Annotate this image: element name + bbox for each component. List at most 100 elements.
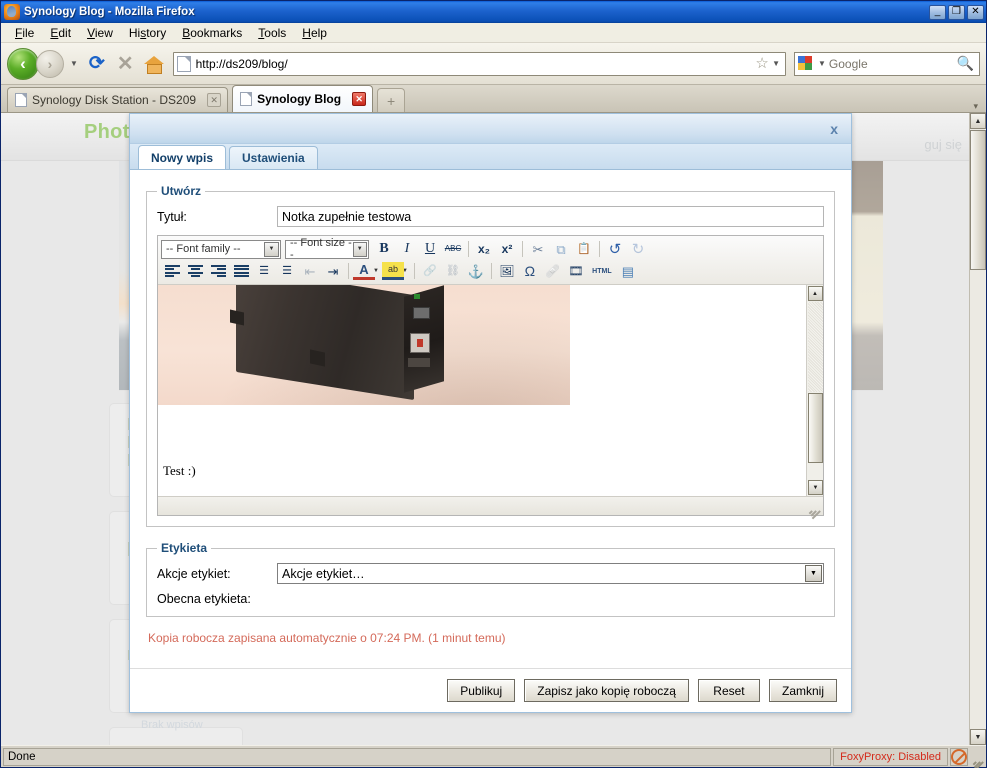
search-icon[interactable]: 🔍 [957,55,976,72]
link-button[interactable]: 🔗 [419,261,441,281]
tab-ustawienia[interactable]: Ustawienia [229,146,318,169]
indent-button[interactable]: ⇥ [322,261,344,281]
forward-button[interactable]: › [36,49,64,78]
home-icon[interactable] [143,54,165,74]
menu-view[interactable]: View [79,24,121,42]
history-dropdown-icon[interactable]: ▼ [67,59,81,68]
editor-scroll-down-icon[interactable]: ▼ [808,480,823,495]
bold-button[interactable]: B [373,239,395,259]
save-draft-button[interactable]: Zapisz jako kopię roboczą [524,679,689,702]
window-resize-grip[interactable] [970,748,984,768]
menu-bar: FFileile Edit View History Bookmarks Too… [1,23,986,43]
superscript-button[interactable]: x² [496,239,518,259]
align-center-button[interactable] [184,261,206,281]
font-family-select[interactable]: -- Font family -- ▼ [161,239,281,259]
search-engine-dropdown-icon[interactable]: ▼ [815,59,829,68]
menu-bookmarks[interactable]: Bookmarks [174,24,250,42]
close-window-button[interactable]: ✕ [967,4,984,20]
chevron-down-icon[interactable]: ▼ [264,241,279,257]
minimize-button[interactable]: _ [929,4,946,20]
search-bar[interactable]: ▼ Google 🔍 [794,51,980,76]
tab-favicon [240,92,253,106]
url-dropdown-icon[interactable]: ▼ [772,59,782,68]
scroll-up-icon[interactable]: ▲ [970,113,986,129]
url-bar[interactable]: http://ds209/blog/ ☆ ▼ [172,51,786,76]
editor-content[interactable]: Test :) [158,285,806,496]
media-button[interactable]: 🎞 [565,261,587,281]
scrollbar-thumb[interactable] [970,130,986,270]
editor-scrollbar[interactable]: ▲ ▼ [806,285,823,496]
title-input[interactable]: Notka zupełnie testowa [277,206,824,227]
browser-window: Synology Blog - Mozilla Firefox _ ❐ ✕ FF… [0,0,987,768]
cut-icon[interactable]: ✂ [527,239,549,259]
insert-image-button[interactable]: 🖼 [496,261,518,281]
outdent-button[interactable]: ⇤ [299,261,321,281]
highlight-color-button[interactable]: ab [381,262,404,280]
stop-icon[interactable]: ✕ [113,51,138,76]
nas-device-photo[interactable] [158,285,570,405]
align-left-button[interactable] [161,261,183,281]
editor-body-text[interactable]: Test :) [163,463,196,479]
back-button[interactable]: ‹ [7,47,39,80]
numbered-list-button[interactable]: ☰ [276,261,298,281]
undo-icon[interactable]: ↺ [604,239,626,259]
font-size-select[interactable]: -- Font size -- ▼ [285,237,369,261]
bullet-list-button[interactable]: ☰ [253,261,275,281]
italic-button[interactable]: I [396,239,418,259]
friends-empty-text: Brak wpisów [141,719,203,731]
reset-button[interactable]: Reset [697,679,760,702]
editor-scroll-up-icon[interactable]: ▲ [807,286,823,301]
foxyproxy-status[interactable]: FoxyProxy: Disabled [833,747,948,766]
url-input[interactable]: http://ds209/blog/ [196,57,752,71]
anchor-button[interactable]: ⚓ [465,261,487,281]
strikethrough-button[interactable]: ABC [442,239,464,259]
page-favicon [176,55,191,72]
menu-tools[interactable]: Tools [250,24,294,42]
html-source-button[interactable]: HTML [588,261,616,281]
subscript-button[interactable]: x₂ [473,239,495,259]
title-row: Tytuł: Notka zupełnie testowa [157,206,824,227]
login-link[interactable]: guj się [924,137,962,152]
dialog-close-icon[interactable]: x [826,120,842,138]
paste-icon[interactable]: 📋 [573,239,595,259]
tag-action-select[interactable]: Akcje etykiet… ▼ [277,563,824,584]
redo-icon[interactable]: ↻ [627,239,649,259]
editor-resize-grip[interactable] [808,500,821,520]
text-color-button[interactable]: A [353,262,375,280]
tab-synology-blog[interactable]: Synology Blog ✕ [232,85,374,112]
menu-history[interactable]: History [121,24,174,42]
align-right-button[interactable] [207,261,229,281]
nas-power-button-shape [410,333,430,353]
underline-button[interactable]: U [419,239,441,259]
close-dialog-button[interactable]: Zamknij [768,679,837,702]
tab-list-icon[interactable]: ▾ [973,101,986,112]
scroll-down-icon[interactable]: ▼ [970,729,986,745]
reload-icon[interactable]: ⟳ [84,52,110,75]
copy-icon[interactable]: ⧉ [550,239,572,259]
tab-close-icon[interactable]: ✕ [352,92,367,106]
bookmark-star-icon[interactable]: ☆ [752,56,772,71]
align-justify-button[interactable] [230,261,252,281]
proxy-disabled-icon[interactable] [950,747,968,766]
chevron-down-icon[interactable]: ▼ [352,241,367,257]
publish-button[interactable]: Publikuj [447,679,516,702]
page-scrollbar[interactable]: ▲ ▼ [969,113,986,745]
template-button[interactable]: ▤ [617,261,639,281]
tab-nowy-wpis[interactable]: Nowy wpis [138,145,227,169]
editor-scroll-track[interactable] [808,302,823,392]
menu-file[interactable]: FFileile [7,24,42,42]
editor-scrollbar-thumb[interactable] [808,393,823,463]
tab-close-icon[interactable]: ✕ [207,93,222,107]
eraser-button[interactable]: 🩹 [542,261,564,281]
search-input[interactable]: Google [829,57,957,71]
menu-help[interactable]: Help [294,24,335,42]
tab-disk-station[interactable]: Synology Disk Station - DS209 ✕ [7,87,229,112]
menu-edit[interactable]: Edit [42,24,79,42]
new-tab-button[interactable]: + [377,88,406,112]
unlink-button[interactable]: ⛓ [442,261,464,281]
special-char-button[interactable]: Ω [519,261,541,281]
toolbar-separator [522,241,523,257]
maximize-button[interactable]: ❐ [948,4,965,20]
chevron-down-icon[interactable]: ▼ [805,565,822,582]
editor-canvas[interactable]: Test :) ▲ ▼ [158,285,823,497]
